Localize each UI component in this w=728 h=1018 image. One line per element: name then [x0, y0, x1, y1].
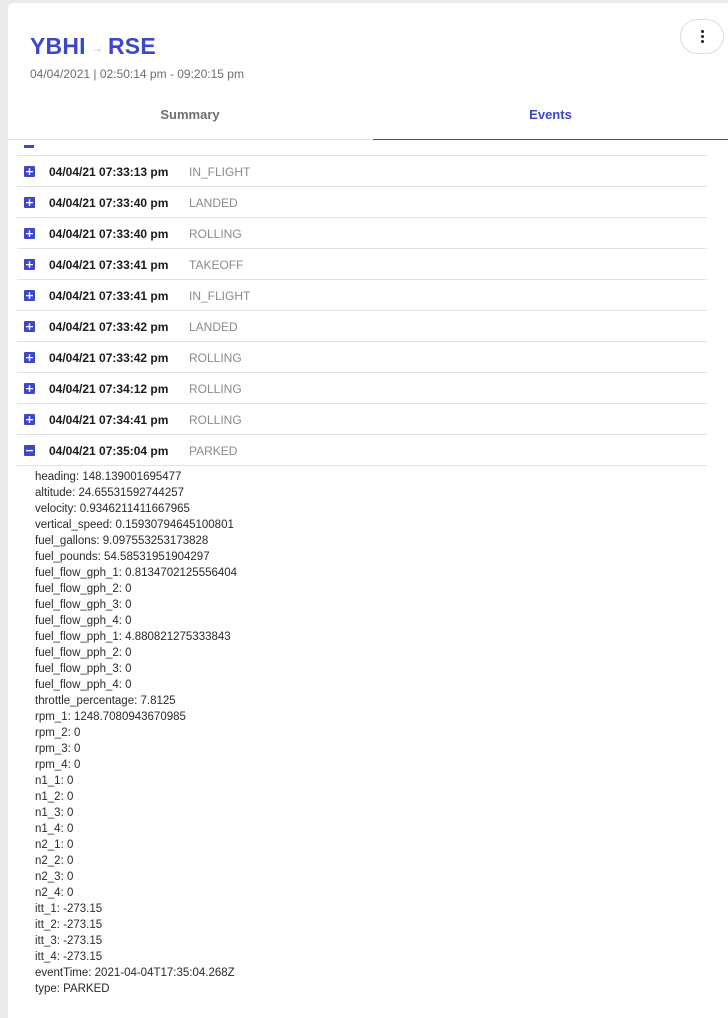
event-type: LANDED — [189, 196, 238, 210]
event-type: TAKEOFF — [189, 258, 244, 272]
event-time: 04/04/21 07:33:41 pm — [49, 289, 169, 303]
expand-icon[interactable]: + — [24, 321, 35, 332]
event-row[interactable]: +04/04/21 07:33:41 pm TAKEOFF — [17, 249, 707, 280]
expand-icon[interactable]: + — [24, 228, 35, 239]
event-time: 04/04/21 07:33:40 pm — [49, 227, 169, 241]
route-title: YBHI → RSE — [30, 33, 244, 60]
detail-line: itt_2: -273.15 — [35, 919, 103, 931]
event-row[interactable]: +04/04/21 07:33:42 pm LANDED — [17, 311, 707, 342]
detail-line: n1_4: 0 — [35, 823, 74, 835]
detail-line: fuel_flow_gph_2: 0 — [35, 583, 132, 595]
flight-detail-card: YBHI → RSE 04/04/2021 | 02:50:14 pm - 09… — [8, 3, 728, 1018]
detail-line: altitude: 24.65531592744257 — [35, 487, 185, 499]
event-time: 04/04/21 07:34:12 pm — [49, 382, 169, 396]
expand-icon[interactable]: + — [24, 259, 35, 270]
detail-line: itt_3: -273.15 — [35, 935, 103, 947]
flight-header: YBHI → RSE 04/04/2021 | 02:50:14 pm - 09… — [30, 33, 244, 81]
detail-line: n1_3: 0 — [35, 807, 74, 819]
event-row[interactable]: +04/04/21 07:33:40 pm ROLLING — [17, 218, 707, 249]
detail-line: fuel_flow_gph_4: 0 — [35, 615, 132, 627]
detail-line: itt_1: -273.15 — [35, 903, 103, 915]
origin-code: YBHI — [30, 33, 86, 59]
expand-icon[interactable]: + — [24, 197, 35, 208]
event-row[interactable]: +04/04/21 07:33:41 pm IN_FLIGHT — [17, 280, 707, 311]
event-time: 04/04/21 07:35:04 pm — [49, 444, 169, 458]
detail-line: n2_1: 0 — [35, 839, 74, 851]
events-list[interactable]: +04/04/21 07:33:13 pm IN_FLIGHT +04/04/21 … — [8, 141, 728, 1018]
event-row[interactable]: +04/04/21 07:33:40 pm LANDED — [17, 187, 707, 218]
detail-line: n1_2: 0 — [35, 791, 74, 803]
event-time: 04/04/21 07:33:40 pm — [49, 196, 169, 210]
event-row[interactable]: − 04/04/21 07:35:04 pm PARKED — [17, 435, 707, 466]
detail-line: fuel_flow_gph_3: 0 — [35, 599, 132, 611]
expand-icon[interactable]: + — [24, 414, 35, 425]
expand-icon[interactable]: + — [24, 290, 35, 301]
detail-line: n1_1: 0 — [35, 775, 74, 787]
event-type: ROLLING — [189, 382, 242, 396]
detail-line: fuel_flow_pph_2: 0 — [35, 647, 132, 659]
list-item[interactable] — [17, 141, 707, 156]
detail-line: rpm_1: 1248.7080943670985 — [35, 711, 186, 723]
event-time: 04/04/21 07:33:13 pm — [49, 165, 169, 179]
detail-line: rpm_3: 0 — [35, 743, 81, 755]
event-row[interactable]: +04/04/21 07:33:13 pm IN_FLIGHT — [17, 156, 707, 187]
event-row[interactable]: +04/04/21 07:33:42 pm ROLLING — [17, 342, 707, 373]
more-options-button[interactable] — [680, 19, 724, 54]
event-time: 04/04/21 07:34:41 pm — [49, 413, 169, 427]
event-type: PARKED — [189, 444, 238, 458]
detail-line: itt_4: -273.15 — [35, 951, 103, 963]
detail-line: fuel_flow_pph_3: 0 — [35, 663, 132, 675]
event-type: ROLLING — [189, 351, 242, 365]
event-type: ROLLING — [189, 413, 242, 427]
detail-line: vertical_speed: 0.15930794645100801 — [35, 519, 234, 531]
event-time: 04/04/21 07:33:41 pm — [49, 258, 169, 272]
expand-icon[interactable]: + — [24, 166, 35, 177]
detail-line: heading: 148.139001695477 — [35, 471, 182, 483]
events-rows: +04/04/21 07:33:13 pm IN_FLIGHT +04/04/21 … — [17, 156, 707, 466]
tab-summary[interactable]: Summary — [8, 96, 372, 140]
more-vertical-icon — [700, 30, 704, 43]
detail-line: fuel_gallons: 9.097553253173828 — [35, 535, 209, 547]
destination-code: RSE — [107, 33, 156, 59]
detail-line: n2_3: 0 — [35, 871, 74, 883]
event-type: IN_FLIGHT — [189, 289, 251, 303]
event-time: 04/04/21 07:33:42 pm — [49, 320, 169, 334]
detail-line: fuel_flow_pph_4: 0 — [35, 679, 132, 691]
event-type: ROLLING — [189, 227, 242, 241]
detail-line: fuel_flow_pph_1: 4.880821275333843 — [35, 631, 231, 643]
collapse-icon[interactable] — [24, 145, 34, 148]
event-details: heading: 148.139001695477 altitude: 24.65… — [35, 469, 237, 997]
detail-line: velocity: 0.9346211411667965 — [35, 503, 190, 515]
tab-bar: Summary Events — [8, 96, 728, 140]
event-row[interactable]: +04/04/21 07:34:41 pm ROLLING — [17, 404, 707, 435]
detail-line: n2_2: 0 — [35, 855, 74, 867]
event-type: LANDED — [189, 320, 238, 334]
flight-date-range: 04/04/2021 | 02:50:14 pm - 09:20:15 pm — [30, 67, 244, 81]
arrow-right-icon: → — [90, 41, 103, 55]
detail-line: eventTime: 2021-04-04T17:35:04.268Z — [35, 967, 235, 979]
event-type: IN_FLIGHT — [189, 165, 251, 179]
detail-line: n2_4: 0 — [35, 887, 74, 899]
collapse-icon[interactable]: − — [24, 445, 35, 456]
event-time: 04/04/21 07:33:42 pm — [49, 351, 169, 365]
tab-events[interactable]: Events — [373, 96, 728, 140]
detail-line: fuel_flow_gph_1: 0.8134702125556404 — [35, 567, 238, 579]
expand-icon[interactable]: + — [24, 352, 35, 363]
expand-icon[interactable]: + — [24, 383, 35, 394]
detail-line: fuel_pounds: 54.58531951904297 — [35, 551, 210, 563]
detail-line: type: PARKED — [35, 983, 110, 995]
detail-line: rpm_4: 0 — [35, 759, 81, 771]
detail-line: rpm_2: 0 — [35, 727, 81, 739]
event-row[interactable]: +04/04/21 07:34:12 pm ROLLING — [17, 373, 707, 404]
detail-line: throttle_percentage: 7.8125 — [35, 695, 176, 707]
